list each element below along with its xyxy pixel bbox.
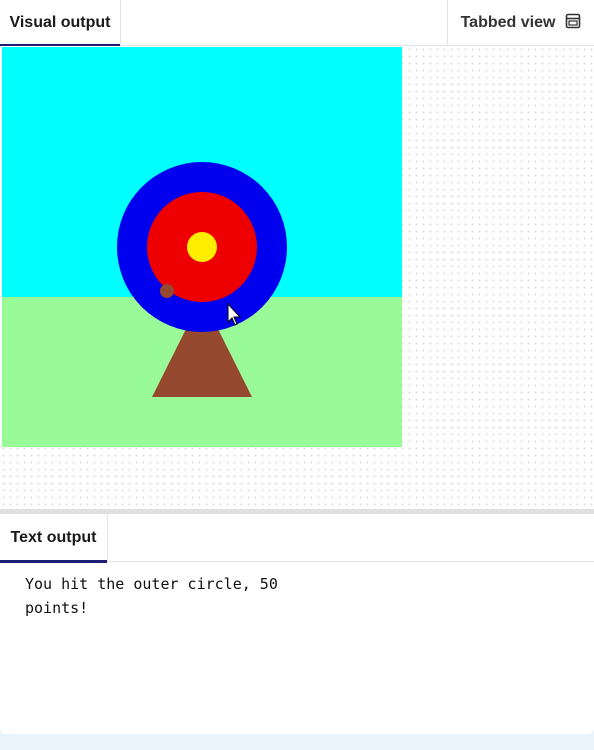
text-output-panel: Text output You hit the outer circle, 50… bbox=[0, 514, 594, 734]
canvas-area bbox=[0, 46, 594, 510]
bottom-strip bbox=[0, 734, 594, 750]
tabbed-view-label: Tabbed view bbox=[460, 14, 556, 31]
arrow-hit-mark bbox=[160, 284, 174, 298]
bullseye bbox=[187, 232, 217, 262]
visual-output-panel: Visual output Tabbed view bbox=[0, 0, 594, 510]
text-output-tabbar: Text output bbox=[0, 514, 594, 563]
tabbed-view-button[interactable]: Tabbed view bbox=[447, 0, 594, 46]
tab-text-output-label: Text output bbox=[10, 529, 97, 546]
window-icon bbox=[565, 13, 581, 34]
tab-text-output[interactable]: Text output bbox=[0, 514, 108, 563]
tab-visual-output-label: Visual output bbox=[9, 14, 111, 31]
active-tab-indicator bbox=[0, 560, 107, 563]
game-canvas[interactable] bbox=[2, 47, 402, 447]
tab-visual-output[interactable]: Visual output bbox=[0, 0, 121, 47]
visual-output-tabbar: Visual output Tabbed view bbox=[0, 0, 594, 47]
text-output-content: You hit the outer circle, 50 points! bbox=[25, 575, 278, 617]
